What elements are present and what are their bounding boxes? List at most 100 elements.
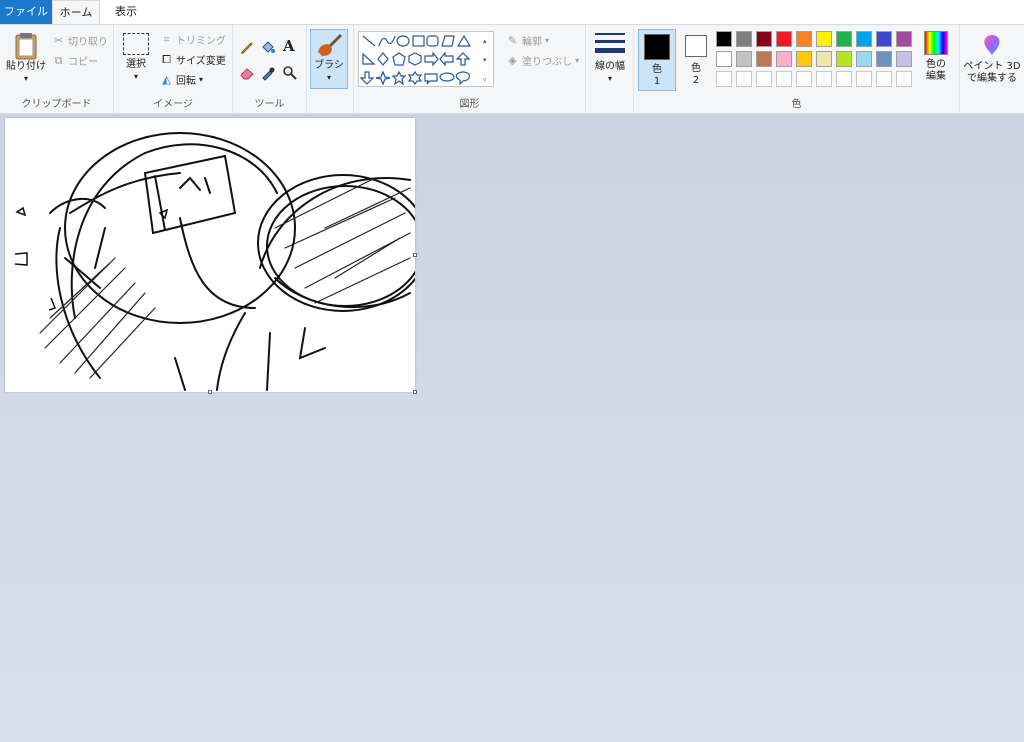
colors-group-label: 色: [791, 99, 802, 110]
palette-swatch-1-8[interactable]: [856, 31, 872, 47]
palette-swatch-3-8[interactable]: [856, 71, 872, 87]
eraser-icon[interactable]: [239, 65, 255, 81]
palette-swatch-2-8[interactable]: [856, 51, 872, 67]
paste-label: 貼り付け: [6, 61, 46, 72]
image-group-label: イメージ: [153, 99, 193, 110]
clipboard-group: 貼り付け ▾ ✂ 切り取り ⧉ コピー クリップボード: [0, 25, 114, 113]
palette-swatch-3-3[interactable]: [756, 71, 772, 87]
cut-label: 切り取り: [68, 37, 108, 48]
palette-swatch-3-2[interactable]: [736, 71, 752, 87]
color1-swatch: [644, 34, 670, 60]
color2-number: 2: [692, 75, 700, 86]
brushes-dropdown-icon: ▾: [326, 73, 331, 82]
crop-label: トリミング: [176, 36, 226, 47]
palette-swatch-1-6[interactable]: [816, 31, 832, 47]
palette-swatch-2-5[interactable]: [796, 51, 812, 67]
rotate-button[interactable]: ◭ 回転 ▾: [160, 72, 203, 87]
ribbon-tabs: ファイル ホーム 表示: [0, 0, 1024, 25]
edit-colors-label-1: 色の: [926, 59, 946, 70]
sketch-drawing: [14, 132, 415, 391]
palette-swatch-1-9[interactable]: [876, 31, 892, 47]
paste-dropdown-icon[interactable]: ▾: [4, 73, 48, 85]
palette-swatch-3-10[interactable]: [896, 71, 912, 87]
edit-colors-button[interactable]: 色の 編集: [918, 31, 954, 83]
svg-text:▴: ▴: [483, 37, 487, 45]
palette-swatch-3-1[interactable]: [716, 71, 732, 87]
palette-swatch-3-5[interactable]: [796, 71, 812, 87]
tools-group: A ツール: [233, 25, 307, 113]
shapes-gallery-icons: ▴ ▾ ▿: [359, 34, 487, 86]
brushes-button[interactable]: ブラシ ▾: [310, 29, 348, 89]
palette-swatch-2-3[interactable]: [756, 51, 772, 67]
palette-swatch-3-7[interactable]: [836, 71, 852, 87]
palette-swatch-1-1[interactable]: [716, 31, 732, 47]
palette-swatch-2-9[interactable]: [876, 51, 892, 67]
palette-swatch-1-2[interactable]: [736, 31, 752, 47]
resize-handle-bottom[interactable]: [208, 390, 212, 394]
drawing-canvas[interactable]: [5, 118, 417, 394]
size-dropdown-icon: ▾: [607, 74, 612, 83]
select-button[interactable]: 選択 ▾: [120, 33, 152, 83]
tab-view[interactable]: 表示: [108, 0, 144, 24]
cut-button[interactable]: ✂ 切り取り: [52, 33, 108, 48]
palette-swatch-2-2[interactable]: [736, 51, 752, 67]
palette-swatch-2-1[interactable]: [716, 51, 732, 67]
color1-button[interactable]: 色 1: [638, 29, 676, 91]
scissors-icon: ✂: [53, 34, 64, 47]
outline-pen-icon: ✎: [507, 34, 518, 47]
outline-button[interactable]: ✎ 輪郭 ▾: [506, 33, 549, 48]
palette-swatch-2-7[interactable]: [836, 51, 852, 67]
size-button[interactable]: 線の幅 ▾: [590, 31, 630, 85]
palette-swatch-3-4[interactable]: [776, 71, 792, 87]
line-width-icon: [595, 33, 625, 53]
palette-swatch-1-7[interactable]: [836, 31, 852, 47]
palette-swatch-1-5[interactable]: [796, 31, 812, 47]
magnifier-icon[interactable]: [282, 65, 298, 81]
palette-swatch-1-10[interactable]: [896, 31, 912, 47]
color2-swatch: [685, 35, 707, 57]
palette-swatch-2-4[interactable]: [776, 51, 792, 67]
shapes-group-label: 図形: [459, 99, 480, 110]
resize-handle-corner[interactable]: [413, 390, 417, 394]
edit-in-paint3d-button[interactable]: ペイント 3D で編集する: [962, 33, 1022, 85]
paint3d-label-2: で編集する: [967, 73, 1017, 84]
colors-group: 色 1 色 2 色の 編集 色: [634, 25, 960, 113]
pencil-icon[interactable]: [239, 39, 255, 55]
tools-group-label: ツール: [254, 99, 285, 110]
image-group: 選択 ▾ ⌗ トリミング ⧠ サイズ変更 ◭ 回転 ▾ イメージ: [114, 25, 233, 113]
tab-home[interactable]: ホーム: [52, 0, 100, 25]
resize-label: サイズ変更: [176, 56, 226, 67]
brushes-group: ブラシ ▾: [307, 25, 354, 113]
color2-button[interactable]: 色 2: [678, 29, 714, 91]
text-tool-icon[interactable]: A: [283, 37, 295, 55]
svg-text:▾: ▾: [483, 56, 487, 64]
color-picker-icon[interactable]: [260, 65, 276, 81]
copy-button[interactable]: ⧉ コピー: [52, 53, 98, 68]
paint3d-icon: [984, 35, 1000, 55]
select-dropdown-icon[interactable]: ▾: [120, 71, 152, 83]
palette-swatch-2-6[interactable]: [816, 51, 832, 67]
palette-swatch-3-9[interactable]: [876, 71, 892, 87]
fill-icon: ◈: [508, 54, 517, 67]
fill-label: 塗りつぶし: [522, 57, 573, 68]
outline-dropdown-icon: ▾: [545, 36, 550, 45]
fill-bucket-icon[interactable]: [260, 39, 276, 55]
shapes-gallery[interactable]: ▴ ▾ ▿: [358, 31, 494, 87]
color2-label: 色: [691, 63, 701, 74]
resize-button[interactable]: ⧠ サイズ変更: [160, 52, 226, 67]
color-spectrum-icon: [924, 31, 948, 55]
palette-swatch-1-4[interactable]: [776, 31, 792, 47]
palette-swatch-1-3[interactable]: [756, 31, 772, 47]
crop-button[interactable]: ⌗ トリミング: [160, 32, 226, 47]
palette-swatch-2-10[interactable]: [896, 51, 912, 67]
paste-button[interactable]: 貼り付け ▾: [4, 31, 48, 85]
resize-handle-right[interactable]: [413, 253, 417, 257]
edit-colors-label-2: 編集: [926, 71, 946, 82]
copy-icon: ⧉: [54, 54, 63, 67]
svg-text:▿: ▿: [483, 76, 487, 84]
paint3d-label-1: ペイント 3D: [963, 61, 1021, 72]
fill-dropdown-icon: ▾: [575, 56, 580, 65]
fill-button[interactable]: ◈ 塗りつぶし ▾: [506, 53, 579, 68]
tab-file[interactable]: ファイル: [0, 0, 52, 24]
palette-swatch-3-6[interactable]: [816, 71, 832, 87]
